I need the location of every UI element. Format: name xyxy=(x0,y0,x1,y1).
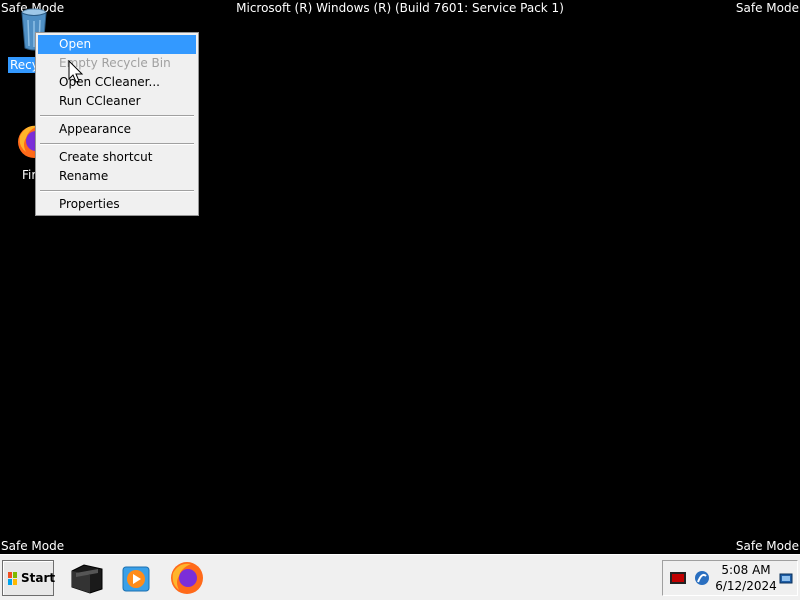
recycle-bin-label: Recy xyxy=(8,57,38,73)
start-button[interactable]: Start xyxy=(2,560,56,596)
menu-item-properties[interactable]: Properties xyxy=(38,195,196,214)
show-desktop-icon[interactable] xyxy=(779,572,793,586)
taskbar-app-firefox[interactable] xyxy=(168,559,206,597)
clock-date[interactable]: 6/12/2024 xyxy=(715,579,777,593)
menu-item-create-shortcut[interactable]: Create shortcut xyxy=(38,148,196,167)
menu-item-rename[interactable]: Rename xyxy=(38,167,196,186)
menu-item-appearance[interactable]: Appearance xyxy=(38,120,196,139)
menu-separator xyxy=(38,111,196,120)
safe-mode-label-bottom-right: Safe Mode xyxy=(735,539,799,553)
taskbar-app-media-player[interactable] xyxy=(117,559,155,597)
menu-item-open-ccleaner[interactable]: Open CCleaner... xyxy=(38,73,196,92)
network-icon[interactable] xyxy=(694,570,710,586)
action-center-flag-icon[interactable] xyxy=(670,572,686,584)
menu-item-run-ccleaner[interactable]: Run CCleaner xyxy=(38,92,196,111)
menu-separator xyxy=(38,139,196,148)
safe-mode-label-top-right: Safe Mode xyxy=(735,1,799,15)
menu-separator xyxy=(38,186,196,195)
mouse-cursor-icon xyxy=(68,60,84,83)
system-tray: 5:08 AM 6/12/2024 xyxy=(662,560,798,596)
menu-item-empty-recycle-bin[interactable]: Empty Recycle Bin xyxy=(38,54,196,73)
windows-flag-icon xyxy=(8,572,17,585)
context-menu: Open Empty Recycle Bin Open CCleaner... … xyxy=(35,32,199,216)
taskbar-app-explorer[interactable] xyxy=(68,559,106,597)
folder-icon xyxy=(71,564,103,594)
menu-item-open[interactable]: Open xyxy=(38,35,196,54)
clock-time[interactable]: 5:08 AM xyxy=(715,563,777,577)
taskbar: Start 5:08 AM 6/12/2024 xyxy=(0,554,800,600)
start-label: Start xyxy=(21,571,56,585)
safe-mode-label-bottom-left: Safe Mode xyxy=(1,539,65,553)
media-player-icon xyxy=(122,566,150,592)
windows-build-text: Microsoft (R) Windows (R) (Build 7601: S… xyxy=(236,1,564,15)
firefox-icon xyxy=(171,562,203,594)
